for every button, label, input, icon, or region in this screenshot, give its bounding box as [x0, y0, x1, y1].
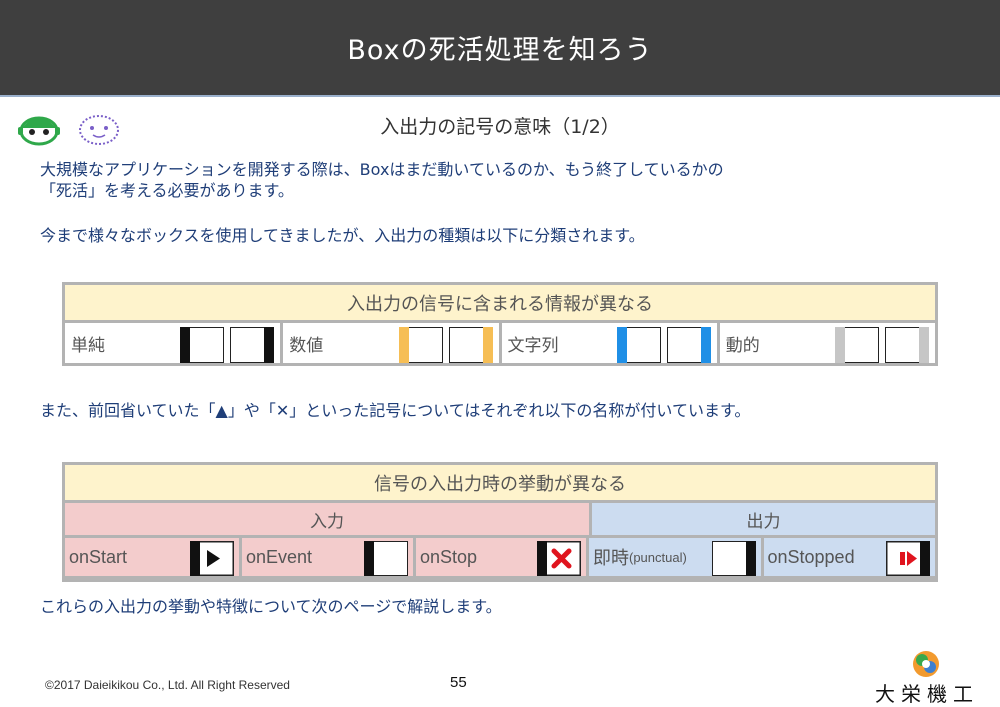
output-group-header: 出力 [589, 503, 935, 535]
io-behavior-table-header: 信号の入出力時の挙動が異なる [65, 465, 935, 500]
number-output-symbol-icon [448, 327, 493, 363]
company-emblem-icon [913, 651, 939, 677]
types-paragraph: 今まで様々なボックスを使用してきましたが、入出力の種類は以下に分類されます。 [40, 226, 645, 245]
title-bar: Boxの死活処理を知ろう [0, 0, 1000, 97]
number-input-symbol-icon [398, 327, 443, 363]
signal-type-string: 文字列 [498, 323, 717, 363]
simple-output-symbol-icon [230, 327, 275, 363]
bar-left-icon [364, 541, 408, 576]
dynamic-output-symbol-icon [885, 327, 929, 363]
section-subtitle: 入出力の記号の意味（1/2） [380, 116, 620, 138]
signal-type-number: 数値 [280, 323, 499, 363]
onstopped-cell: onStopped [760, 538, 935, 576]
io-behavior-row: onStart onEvent onStop 即時 (punctual) onSt [65, 535, 935, 576]
signal-type-dynamic: 動的 [716, 323, 935, 363]
company-logo: 大栄機工 [862, 650, 992, 706]
red-x-icon [537, 541, 581, 576]
play-icon [190, 541, 234, 576]
next-page-paragraph: これらの入出力の挙動や特徴について次のページで解説します。 [40, 597, 502, 616]
company-name: 大栄機工 [875, 682, 979, 706]
signal-type-table-header: 入出力の信号に含まれる情報が異なる [65, 285, 935, 320]
onstart-cell: onStart [65, 538, 239, 576]
string-output-symbol-icon [666, 327, 711, 363]
bar-right-icon [711, 541, 756, 576]
input-group-header: 入力 [65, 503, 589, 535]
onstop-cell: onStop [413, 538, 586, 576]
stopped-icon [886, 541, 930, 576]
page-title: Boxの死活処理を知ろう [347, 35, 653, 66]
simple-input-symbol-icon [180, 327, 225, 363]
onevent-cell: onEvent [239, 538, 413, 576]
intro-paragraph: 大規模なアプリケーションを開発する際は、Boxはまだ動いているのか、もう終了して… [40, 160, 724, 200]
dynamic-input-symbol-icon [835, 327, 879, 363]
signal-type-simple: 単純 [65, 323, 281, 363]
page-number: 55 [450, 674, 467, 691]
copyright-text: ©2017 Daieikikou Co., Ltd. All Right Res… [45, 678, 290, 692]
punctual-cell: 即時 (punctual) [586, 538, 761, 576]
io-behavior-table: 信号の入出力時の挙動が異なる 入力 出力 onStart onEvent onS… [62, 462, 938, 582]
signal-type-table: 入出力の信号に含まれる情報が異なる 単純 数値 文字列 動的 [62, 282, 938, 366]
signal-type-row: 単純 数値 文字列 動的 [65, 320, 935, 363]
symbol-names-paragraph: また、前回省いていた「▲」や「✕」といった記号についてはそれぞれ以下の名称が付い… [40, 401, 751, 420]
string-input-symbol-icon [616, 327, 661, 363]
